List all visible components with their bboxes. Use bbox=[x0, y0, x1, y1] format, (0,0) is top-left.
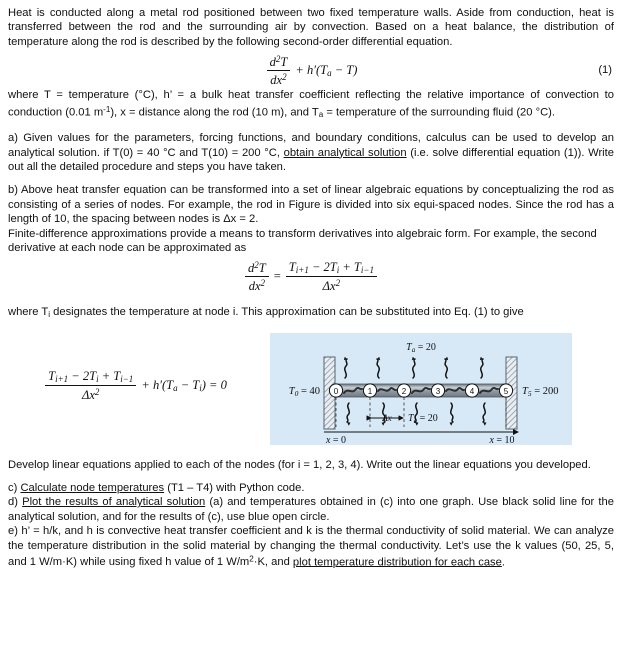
equation-1-denominator: dx2 bbox=[270, 71, 287, 87]
equation-2-rhs-numerator: Ti+1 − 2Ti + Ti−1 bbox=[285, 260, 377, 277]
equation-1-numerator: d2T bbox=[266, 54, 291, 71]
part-c-underlined: Calculate node temperatures bbox=[20, 482, 165, 494]
equation-2: d2T dx2 = Ti+1 − 2Ti + Ti−1 Δx2 bbox=[0, 256, 622, 296]
intro-section: Heat is conducted along a metal rod posi… bbox=[0, 0, 622, 49]
part-b-paragraph: b) Above heat transfer equation can be t… bbox=[8, 184, 614, 226]
part-c-paragraph: c) Calculate node temperatures (T1 – T4)… bbox=[8, 481, 614, 495]
equation-3-numerator: Ti+1 − 2Ti + Ti−1 bbox=[45, 369, 137, 386]
develop-section: Develop linear equations applied to each… bbox=[0, 458, 622, 472]
equation-2-equals: = bbox=[273, 268, 281, 283]
intro-paragraph: Heat is conducted along a metal rod posi… bbox=[8, 7, 614, 48]
document-page: Heat is conducted along a metal rod posi… bbox=[0, 0, 622, 650]
part-b-section: b) Above heat transfer equation can be t… bbox=[0, 183, 622, 255]
svg-text:x = 0: x = 0 bbox=[325, 435, 346, 445]
equation-3-fraction: Ti+1 − 2Ti + Ti−1 Δx2 bbox=[45, 369, 137, 402]
part-d-paragraph: d) Plot the results of analytical soluti… bbox=[8, 495, 614, 524]
svg-text:T0 = 40: T0 = 40 bbox=[289, 386, 320, 398]
definitions-paragraph: where T = temperature (°C), h’ = a bulk … bbox=[8, 89, 614, 119]
svg-text:4: 4 bbox=[470, 387, 475, 396]
part-b-paragraph-2: Finite-difference approximations provide… bbox=[8, 227, 597, 255]
equation-1: d2T dx2 + h′(Ta − T) (1) bbox=[0, 52, 622, 88]
svg-text:x = 10: x = 10 bbox=[488, 435, 514, 445]
part-d-prefix: d) bbox=[8, 496, 23, 509]
part-a-paragraph: a) Given values for the parameters, forc… bbox=[8, 131, 614, 174]
svg-text:2: 2 bbox=[402, 387, 407, 396]
equation-2-lhs-denominator: dx2 bbox=[248, 277, 266, 293]
part-c-prefix: c) bbox=[8, 482, 21, 494]
node-note-paragraph: where Ti designates the temperature at n… bbox=[8, 306, 524, 320]
equation-3-denominator: Δx2 bbox=[82, 386, 100, 402]
svg-text:3: 3 bbox=[436, 387, 441, 396]
node-note-section: where Ti designates the temperature at n… bbox=[0, 305, 622, 322]
svg-text:Ta = 20: Ta = 20 bbox=[406, 342, 436, 354]
develop-paragraph: Develop linear equations applied to each… bbox=[8, 458, 591, 471]
rod-diagram-svg: Ta = 20 Δx Ta = 20 x = 0 x = 10 T0 = 40 … bbox=[270, 332, 572, 445]
svg-text:5: 5 bbox=[504, 387, 509, 396]
equation-2-lhs-numerator: d2T bbox=[245, 260, 269, 277]
equation-1-number: (1) bbox=[598, 64, 612, 77]
equation-3-tail: + h′(Ta − Ti) = 0 bbox=[138, 377, 227, 393]
svg-text:Ta = 20: Ta = 20 bbox=[408, 413, 438, 425]
rod-node-diagram: Ta = 20 Δx Ta = 20 x = 0 x = 10 T0 = 40 … bbox=[270, 332, 572, 445]
equation-3: Ti+1 − 2Ti + Ti−1 Δx2 + h′(Ta − Ti) = 0 bbox=[10, 369, 260, 402]
part-d-underlined: Plot the results of analytical solution bbox=[22, 496, 206, 509]
part-e-tail: . bbox=[501, 556, 505, 569]
equation-2-rhs-denominator: Δx2 bbox=[322, 278, 341, 293]
svg-text:0: 0 bbox=[334, 387, 339, 396]
equation-2-rhs: Ti+1 − 2Ti + Ti−1 Δx2 bbox=[285, 260, 377, 293]
part-e-paragraph: e) h’ = h/k, and h is convective heat tr… bbox=[8, 524, 614, 570]
parts-cde-section: c) Calculate node temperatures (T1 – T4)… bbox=[0, 481, 622, 570]
part-c-tail: (T1 – T4) with Python code. bbox=[164, 482, 305, 494]
part-a-underlined: obtain analytical solution bbox=[283, 146, 407, 159]
equation-1-rest: + h′(Ta − T) bbox=[292, 62, 358, 78]
svg-text:1: 1 bbox=[368, 387, 373, 396]
equation-3-and-figure-row: Ti+1 − 2Ti + Ti−1 Δx2 + h′(Ta − Ti) = 0 bbox=[0, 331, 622, 449]
equation-1-fraction: d2T dx2 bbox=[266, 54, 291, 87]
definitions-section: where T = temperature (°C), h’ = a bulk … bbox=[0, 88, 622, 122]
part-a-section: a) Given values for the parameters, forc… bbox=[0, 131, 622, 174]
part-e-underlined: plot temperature distribution for each c… bbox=[292, 556, 502, 569]
svg-text:T5 = 200: T5 = 200 bbox=[522, 386, 559, 398]
equation-2-lhs: d2T dx2 bbox=[245, 260, 269, 293]
